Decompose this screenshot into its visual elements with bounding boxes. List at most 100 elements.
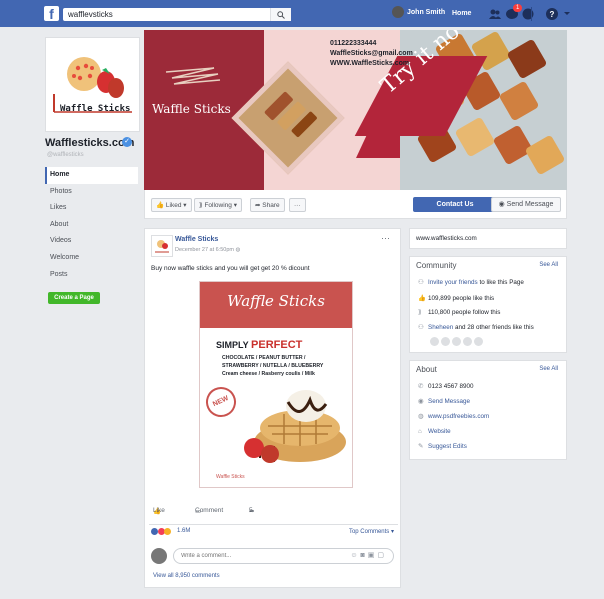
poster-title: Waffle Sticks bbox=[227, 292, 325, 310]
cover-photo[interactable]: Waffle Sticks Try it now 011222333444 Wa… bbox=[144, 30, 567, 190]
messages-icon[interactable]: 1 bbox=[505, 4, 523, 21]
post-timestamp[interactable]: December 27 at 6:50pm ◍ bbox=[175, 247, 240, 253]
globe-icon: ◍ bbox=[235, 247, 241, 253]
community-see-all-link[interactable]: See All bbox=[539, 262, 558, 268]
svg-text:?: ? bbox=[550, 10, 555, 19]
messenger-icon: ◉ bbox=[498, 201, 505, 208]
about-row-website: ⌂ Website bbox=[418, 428, 451, 435]
friend-avatars bbox=[430, 337, 485, 348]
home-link[interactable]: Home bbox=[452, 10, 471, 17]
about-row-phone: ✆ 0123 4567 8900 bbox=[418, 383, 474, 390]
sticker-icon[interactable]: ▢ bbox=[377, 552, 387, 559]
haha-reaction-icon bbox=[164, 528, 172, 535]
poster-perfect: PERFECT bbox=[251, 339, 303, 351]
friends-icon: ⚇ bbox=[418, 324, 424, 331]
cover-brand-text: Waffle Sticks bbox=[152, 102, 231, 116]
avatar[interactable] bbox=[452, 337, 461, 346]
post-date-text: December 27 at 6:50pm bbox=[175, 247, 235, 253]
view-all-comments-link[interactable]: View all 8,950 comments bbox=[153, 573, 220, 579]
comment-field[interactable]: ☺◙▣▢ bbox=[173, 548, 394, 564]
poster-flavors-line: CHOCOLATE / PEANUT BUTTER / bbox=[222, 355, 306, 361]
nav-item-likes[interactable]: Likes bbox=[45, 200, 138, 217]
reactions-row: 1.6M Top Comments ▾ bbox=[149, 524, 398, 539]
camera-icon[interactable]: ◙ bbox=[361, 552, 368, 559]
community-row-invite: ⚇ Invite your friends to like this Page bbox=[418, 279, 524, 286]
nav-item-posts[interactable]: Posts bbox=[45, 267, 138, 284]
about-see-all-link[interactable]: See All bbox=[539, 366, 558, 372]
chevron-down-icon: ▾ bbox=[183, 202, 187, 209]
notifications-globe-icon[interactable] bbox=[521, 7, 535, 21]
top-comments-dropdown[interactable]: Top Comments ▾ bbox=[349, 528, 394, 535]
community-row-friends: ⚇ Sheheen and 28 other friends like this bbox=[418, 324, 534, 331]
share-arrow-icon: ➦ bbox=[249, 508, 255, 515]
invite-icon: ⚇ bbox=[418, 279, 424, 286]
waffle-dessert-graphic bbox=[244, 390, 346, 463]
suggest-edits-link[interactable]: Suggest Edits bbox=[428, 443, 467, 450]
search-input[interactable] bbox=[63, 8, 268, 21]
about-url-link[interactable]: www.psdfreebies.com bbox=[428, 413, 489, 420]
emoji-icon[interactable]: ☺ bbox=[350, 552, 360, 559]
poster-flavors-line: Cream cheese / Rasberry coulis / Milk bbox=[222, 371, 315, 377]
nav-item-about[interactable]: About bbox=[45, 217, 138, 234]
search-button[interactable] bbox=[270, 8, 291, 21]
phone-icon: ✆ bbox=[418, 383, 424, 390]
community-box: Community See All ⚇ Invite your friends t… bbox=[409, 256, 567, 353]
gif-icon[interactable]: ▣ bbox=[368, 552, 378, 559]
liked-label: Liked bbox=[165, 202, 182, 209]
user-profile-link[interactable]: John Smith bbox=[392, 6, 445, 18]
post-options-icon[interactable]: ··· bbox=[381, 233, 390, 243]
post-author-name[interactable]: Waffle Sticks bbox=[175, 236, 218, 243]
about-row-message: ◉ Send Message bbox=[418, 398, 470, 405]
post-action-row: 👍 Like ▭ Comment 5 ➦ bbox=[145, 501, 400, 517]
about-box: About See All ✆ 0123 4567 8900 ◉ Send Mess… bbox=[409, 360, 567, 460]
about-website-link[interactable]: Website bbox=[428, 428, 451, 435]
help-icon[interactable]: ? bbox=[545, 7, 559, 21]
message-icon: ◉ bbox=[418, 398, 424, 405]
post-image[interactable]: Waffle Sticks SIMPLY PERFECT CHOCOLATE /… bbox=[199, 281, 353, 488]
like-reaction-icon bbox=[151, 528, 158, 535]
reaction-icons[interactable] bbox=[151, 528, 172, 537]
page-frame: f John Smith Home 1 ? bbox=[0, 0, 604, 599]
website-link[interactable]: www.wafflesticks.com bbox=[416, 235, 477, 242]
search-bar[interactable] bbox=[63, 8, 291, 21]
avatar[interactable] bbox=[430, 337, 439, 346]
page-handle: @wafflesticks bbox=[47, 152, 84, 158]
poster-flavors-line: STRAWBERRY / NUTELLA / BLUEBERRY bbox=[222, 363, 324, 369]
avatar[interactable] bbox=[474, 337, 483, 346]
friend-name-link[interactable]: Sheheen bbox=[428, 324, 453, 331]
chocolate-drizzle-graphic bbox=[165, 67, 221, 85]
comment-attachment-icons[interactable]: ☺◙▣▢ bbox=[350, 551, 387, 559]
liked-button[interactable]: 👍 Liked ▾ bbox=[151, 198, 192, 212]
share-button[interactable]: ➦ Share bbox=[250, 198, 285, 212]
avatar[interactable] bbox=[463, 337, 472, 346]
reaction-count[interactable]: 1.6M bbox=[177, 528, 190, 534]
about-send-message-link[interactable]: Send Message bbox=[428, 398, 470, 405]
cover-email: WaffleSticks@gmail.com bbox=[330, 50, 413, 57]
top-navigation-bar: f John Smith Home 1 ? bbox=[0, 0, 604, 27]
page-profile-picture[interactable]: Waffle Sticks bbox=[45, 37, 140, 132]
chevron-down-icon[interactable] bbox=[562, 8, 576, 22]
nav-item-photos[interactable]: Photos bbox=[45, 184, 138, 201]
avatar[interactable] bbox=[441, 337, 450, 346]
comment-input[interactable] bbox=[174, 549, 331, 563]
community-title: Community bbox=[416, 261, 457, 270]
send-message-button[interactable]: ◉ Send Message bbox=[491, 197, 561, 212]
poster-flavors: CHOCOLATE / PEANUT BUTTER / STRAWBERRY /… bbox=[222, 354, 323, 378]
nav-item-welcome[interactable]: Welcome bbox=[45, 250, 138, 267]
nav-item-videos[interactable]: Videos bbox=[45, 233, 138, 250]
contact-us-button[interactable]: Contact Us bbox=[413, 197, 497, 212]
avatar[interactable] bbox=[151, 548, 167, 564]
nav-item-home[interactable]: Home bbox=[45, 167, 138, 184]
friend-requests-icon[interactable] bbox=[488, 7, 502, 21]
community-text: to like this Page bbox=[477, 279, 524, 286]
community-text: 109,899 people like this bbox=[428, 295, 495, 302]
create-page-button[interactable]: Create a Page bbox=[48, 292, 100, 304]
following-button[interactable]: ⟫ Following ▾ bbox=[194, 198, 242, 212]
page-title[interactable]: Wafflesticks.com bbox=[45, 137, 134, 149]
rss-icon: ⟫ bbox=[199, 202, 203, 209]
facebook-logo-icon[interactable]: f bbox=[44, 6, 59, 21]
post-text: Buy now waffle sticks and you will get g… bbox=[151, 265, 310, 272]
more-options-button[interactable]: ··· bbox=[289, 198, 306, 212]
invite-friends-link[interactable]: Invite your friends bbox=[428, 279, 478, 286]
post-author-avatar[interactable] bbox=[151, 235, 173, 257]
